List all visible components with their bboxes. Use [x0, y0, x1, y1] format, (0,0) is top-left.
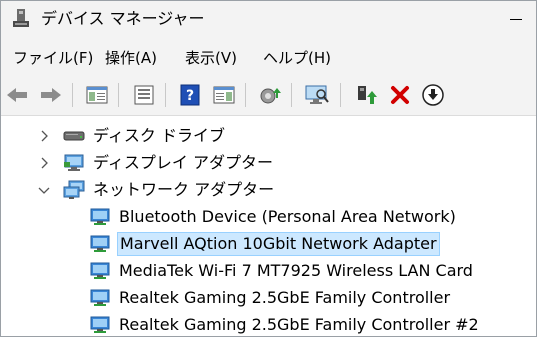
network-adapter-icon — [89, 234, 111, 254]
svg-text:?: ? — [186, 88, 194, 104]
console-tree-icon — [86, 86, 108, 104]
device-label-selected: Marvell AQtion 10Gbit Network Adapter — [117, 232, 440, 256]
chevron-right-icon — [41, 130, 48, 142]
device-label: MediaTek Wi-Fi 7 MT7925 Wireless LAN Car… — [119, 261, 473, 280]
window-title: デバイス マネージャー — [41, 9, 205, 28]
device-tree: ディスク ドライブ ディスプレイ アダプター ネットワーク アダプター Blue… — [1, 116, 536, 336]
tree-item-display-adapters[interactable]: ディスプレイ アダプター — [63, 150, 275, 176]
menu-view[interactable]: 表示(V) — [185, 48, 237, 68]
help-icon: ? — [180, 84, 200, 106]
action-pane-icon — [213, 86, 235, 104]
properties-icon — [134, 85, 154, 105]
uninstall-device-button[interactable] — [387, 82, 413, 108]
console-tree-button[interactable] — [84, 82, 110, 108]
back-arrow-icon — [7, 88, 27, 102]
forward-button[interactable] — [38, 82, 64, 108]
device-marvell-aqtion[interactable]: Marvell AQtion 10Gbit Network Adapter — [89, 231, 440, 257]
toolbar-separator — [118, 83, 119, 107]
device-manager-window: デバイス マネージャー ファイル(F) 操作(A) 表示(V) ヘルプ(H) ? — [0, 0, 537, 337]
enable-device-icon — [358, 86, 377, 104]
tree-item-disk-drives[interactable]: ディスク ドライブ — [63, 123, 227, 149]
device-realtek-2-5gbe[interactable]: Realtek Gaming 2.5GbE Family Controller — [89, 285, 452, 311]
disk-drive-icon — [63, 126, 85, 146]
menu-help[interactable]: ヘルプ(H) — [263, 48, 331, 68]
forward-arrow-icon — [41, 88, 61, 102]
network-adapter-icon — [89, 261, 111, 281]
download-driver-button[interactable] — [420, 82, 446, 108]
menu-action[interactable]: 操作(A) — [105, 48, 157, 68]
device-bluetooth-pan[interactable]: Bluetooth Device (Personal Area Network) — [89, 204, 458, 230]
download-driver-icon — [422, 84, 444, 106]
help-button[interactable]: ? — [177, 82, 203, 108]
menu-bar: ファイル(F) 操作(A) 表示(V) ヘルプ(H) — [1, 39, 536, 77]
chevron-down-icon — [38, 187, 50, 194]
network-adapter-icon — [89, 207, 111, 227]
back-button[interactable] — [4, 82, 30, 108]
tree-item-network-adapters[interactable]: ネットワーク アダプター — [63, 177, 276, 203]
network-adapter-icon — [63, 180, 85, 200]
action-pane-button[interactable] — [211, 82, 237, 108]
device-label: Realtek Gaming 2.5GbE Family Controller … — [119, 315, 479, 334]
scan-hardware-button[interactable] — [304, 82, 330, 108]
scan-hardware-icon — [305, 85, 329, 104]
network-adapter-icon — [89, 288, 111, 308]
device-manager-app-icon — [13, 9, 29, 27]
device-mediatek-wifi[interactable]: MediaTek Wi-Fi 7 MT7925 Wireless LAN Car… — [89, 258, 475, 284]
display-adapter-icon — [63, 153, 85, 173]
tree-item-label: ディスプレイ アダプター — [93, 153, 273, 172]
toolbar-separator — [340, 83, 341, 107]
tree-item-label: ネットワーク アダプター — [93, 180, 275, 199]
update-driver-button[interactable] — [257, 82, 283, 108]
tree-item-label: ディスク ドライブ — [93, 126, 225, 145]
expand-disk-drives[interactable] — [38, 130, 50, 142]
minimize-button[interactable] — [501, 5, 531, 33]
collapse-network-adapters[interactable] — [38, 184, 50, 196]
device-realtek-2-5gbe-2[interactable]: Realtek Gaming 2.5GbE Family Controller … — [89, 312, 481, 336]
network-adapter-icon — [89, 315, 111, 335]
toolbar-separator — [245, 83, 246, 107]
toolbar: ? — [1, 77, 536, 116]
toolbar-separator — [291, 83, 292, 107]
minimize-icon — [510, 18, 522, 20]
title-bar: デバイス マネージャー — [1, 1, 536, 39]
device-label: Bluetooth Device (Personal Area Network) — [119, 207, 456, 226]
enable-device-button[interactable] — [354, 82, 380, 108]
toolbar-separator — [165, 83, 166, 107]
expand-display-adapters[interactable] — [38, 157, 50, 169]
toolbar-separator — [72, 83, 73, 107]
uninstall-device-icon — [391, 86, 409, 104]
properties-button[interactable] — [131, 82, 157, 108]
device-label: Realtek Gaming 2.5GbE Family Controller — [119, 288, 451, 307]
menu-file[interactable]: ファイル(F) — [13, 48, 93, 68]
update-driver-icon — [260, 88, 281, 104]
chevron-right-icon — [41, 157, 48, 169]
